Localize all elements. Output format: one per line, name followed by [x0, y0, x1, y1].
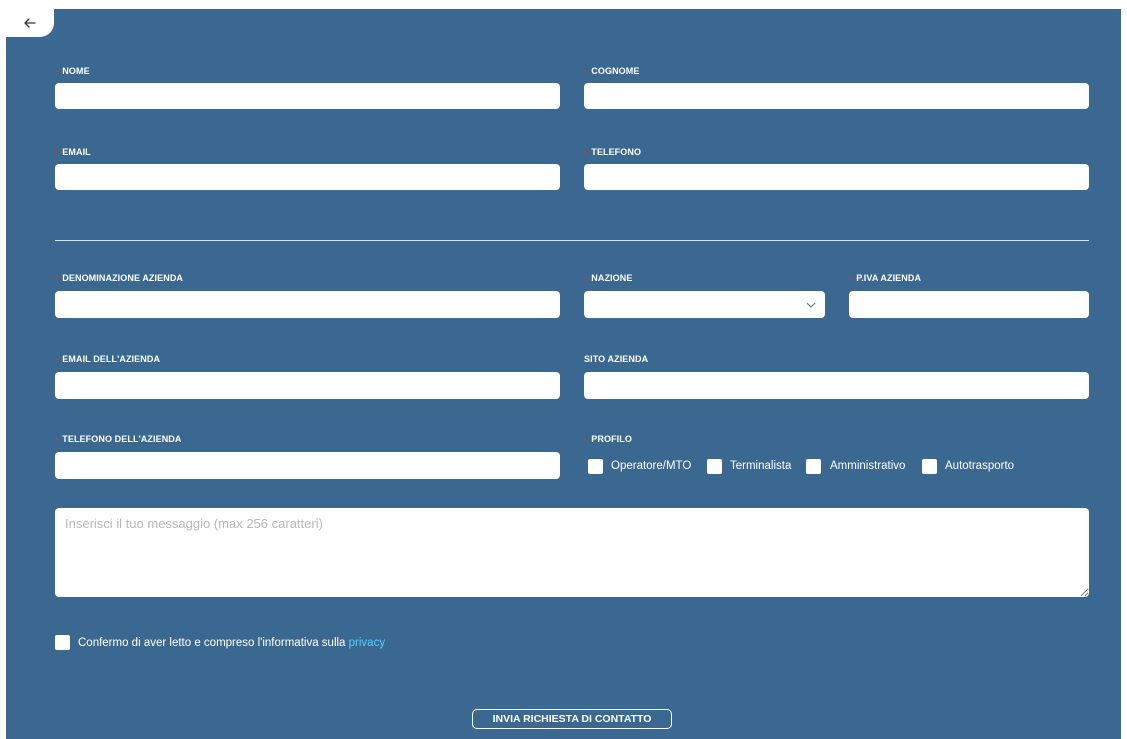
nazione-select[interactable] — [584, 291, 825, 318]
piva-label: • P.IVA AZIENDA — [849, 273, 922, 283]
company-email-input[interactable] — [55, 372, 560, 399]
privacy-link[interactable]: privacy — [349, 637, 385, 649]
denominazione-input[interactable] — [55, 291, 560, 318]
submit-contact-button[interactable]: INVIA RICHIESTA DI CONTATTO — [472, 709, 672, 729]
profilo-option-label: Operatore/MTO — [611, 460, 692, 472]
denominazione-label: • DENOMINAZIONE AZIENDA — [55, 273, 184, 283]
company-telefono-label: • TELEFONO DELL'AZIENDA — [55, 434, 182, 444]
profilo-operatore-checkbox[interactable] — [588, 459, 603, 474]
email-input[interactable] — [55, 164, 560, 190]
privacy-checkbox[interactable] — [55, 635, 70, 650]
telefono-input[interactable] — [584, 164, 1089, 190]
cognome-input[interactable] — [584, 83, 1089, 109]
arrow-left-icon — [24, 18, 36, 28]
profilo-option-label: Autotrasporto — [945, 460, 1015, 472]
nome-input[interactable] — [55, 83, 560, 109]
profilo-option-label: Terminalista — [730, 460, 792, 472]
email-label: • EMAIL — [55, 147, 91, 157]
required-marker: • — [584, 147, 588, 157]
required-marker: • — [849, 273, 853, 283]
message-textarea[interactable] — [55, 508, 1089, 597]
company-telefono-input[interactable] — [55, 452, 560, 479]
chevron-down-icon — [806, 302, 816, 308]
profilo-amministrativo-checkbox[interactable] — [806, 459, 821, 474]
profilo-option-label: Amministrativo — [830, 460, 906, 472]
nazione-label: • NAZIONE — [584, 273, 633, 283]
profilo-autotrasporto-checkbox[interactable] — [922, 459, 937, 474]
sito-input[interactable] — [584, 372, 1089, 399]
back-button[interactable] — [6, 9, 54, 37]
required-marker: • — [55, 354, 59, 364]
nome-label: • NOME — [55, 66, 90, 76]
required-marker: • — [584, 66, 588, 76]
required-marker: • — [55, 434, 59, 444]
privacy-consent-text: Confermo di aver letto e compreso l'info… — [78, 637, 386, 649]
required-marker: • — [584, 434, 588, 444]
profilo-label: • PROFILO — [584, 434, 632, 444]
company-email-label: • EMAIL DELL'AZIENDA — [55, 354, 161, 364]
required-marker: • — [55, 273, 59, 283]
required-marker: • — [55, 147, 59, 157]
section-divider — [55, 240, 1089, 241]
profilo-terminalista-checkbox[interactable] — [707, 459, 722, 474]
required-marker: • — [584, 273, 588, 283]
required-marker: • — [55, 66, 59, 76]
piva-input[interactable] — [849, 291, 1089, 318]
sito-label: SITO AZIENDA — [584, 354, 649, 364]
cognome-label: • COGNOME — [584, 66, 640, 76]
telefono-label: • TELEFONO — [584, 147, 642, 157]
